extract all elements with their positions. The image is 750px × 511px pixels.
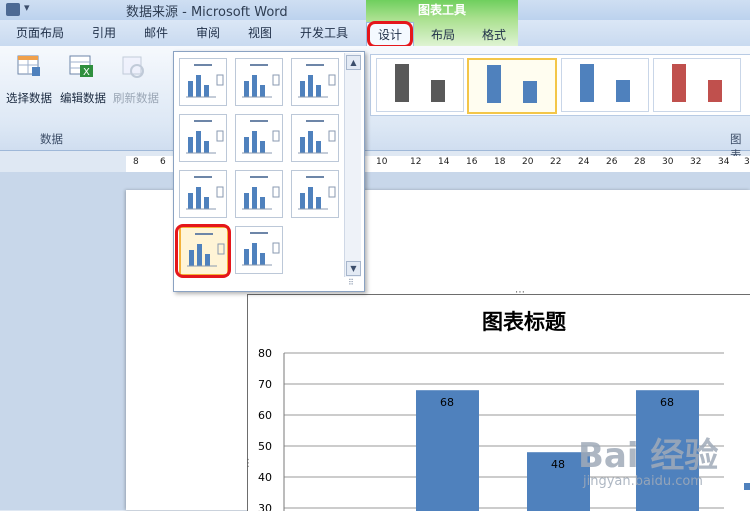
chart-layout-dropdown xyxy=(173,51,365,292)
y-tick-label: 70 xyxy=(258,378,272,391)
data-label: 48 xyxy=(551,458,565,471)
ruler-tick: 24 xyxy=(578,157,590,167)
ruler-tick: 22 xyxy=(550,157,562,167)
tab-page-layout[interactable]: 页面布局 xyxy=(16,24,64,41)
chart-layout-option[interactable] xyxy=(179,58,227,106)
tab-review[interactable]: 审阅 xyxy=(196,24,220,41)
chart-style-thumb-selected[interactable] xyxy=(467,58,557,114)
scroll-down-icon[interactable]: ▼ xyxy=(346,261,361,276)
ruler-tick: 30 xyxy=(662,157,674,167)
resize-grip-icon[interactable]: ⠿ xyxy=(348,278,354,287)
scroll-up-icon[interactable]: ▲ xyxy=(346,55,361,70)
resize-handle-top-icon[interactable]: ⋯ xyxy=(515,287,525,298)
refresh-data-icon xyxy=(120,53,146,79)
group-label-data: 数据 xyxy=(40,132,63,146)
tab-format[interactable]: 格式 xyxy=(482,26,506,43)
quick-access-dropdown-icon[interactable]: ▾ xyxy=(24,1,30,14)
ruler-tick: 16 xyxy=(466,157,478,167)
select-data-icon[interactable] xyxy=(16,53,42,79)
data-label: 68 xyxy=(660,396,674,409)
y-tick-label: 40 xyxy=(258,471,272,484)
chart-layout-option[interactable] xyxy=(291,170,339,218)
ruler-tick: 34 xyxy=(718,157,730,167)
ruler-tick: 10 xyxy=(376,157,388,167)
svg-text:X: X xyxy=(83,67,90,78)
chart-layout-option[interactable] xyxy=(291,58,339,106)
chart-style-thumb[interactable] xyxy=(653,58,741,112)
design-tab-highlight xyxy=(367,21,413,48)
ruler-tick: 14 xyxy=(438,157,450,167)
ruler-tick: 20 xyxy=(522,157,534,167)
data-label: 68 xyxy=(440,396,454,409)
tab-layout[interactable]: 布局 xyxy=(431,26,455,43)
ruler-tick: 32 xyxy=(690,157,702,167)
quick-access-icon[interactable] xyxy=(6,3,20,16)
refresh-data-button: 刷新数据 xyxy=(113,91,159,105)
ruler-tick: 28 xyxy=(634,157,646,167)
watermark-url: jingyan.baidu.com xyxy=(583,474,703,489)
select-data-button[interactable]: 选择数据 xyxy=(6,90,52,106)
tab-view[interactable]: 视图 xyxy=(248,24,272,41)
ruler-tick: 36 xyxy=(744,157,750,167)
chart-layout-option[interactable] xyxy=(291,114,339,162)
tab-references[interactable]: 引用 xyxy=(92,24,116,41)
y-tick-label: 80 xyxy=(258,347,272,360)
dropdown-scrollbar[interactable]: ▲ ▼ xyxy=(344,53,361,277)
chart-tools-label: 图表工具 xyxy=(417,3,466,17)
ruler-tick: 6 xyxy=(160,157,166,167)
tab-developer[interactable]: 开发工具 xyxy=(300,24,348,41)
resize-handle-left-icon[interactable]: ⋮ xyxy=(243,458,253,469)
chart-title[interactable]: 图表标题 xyxy=(482,309,567,334)
ruler-tick: 12 xyxy=(410,157,422,167)
chart-style-thumb[interactable] xyxy=(376,58,464,112)
chart-layout-option[interactable] xyxy=(235,58,283,106)
ruler-tick: 26 xyxy=(606,157,618,167)
tab-mailings[interactable]: 邮件 xyxy=(144,24,168,41)
edit-data-button[interactable]: 编辑数据 xyxy=(60,90,106,106)
watermark-logo: Bai 经验 xyxy=(578,436,719,476)
chart-layout-option[interactable] xyxy=(179,170,227,218)
layout-option-highlight xyxy=(175,224,231,278)
window-title: 数据来源 - Microsoft Word xyxy=(126,5,288,20)
legend-marker xyxy=(744,483,750,490)
y-tick-label: 60 xyxy=(258,409,272,422)
y-tick-label: 50 xyxy=(258,440,272,453)
ruler-tick: 18 xyxy=(494,157,506,167)
chart-layout-option[interactable] xyxy=(235,114,283,162)
chart-style-gallery xyxy=(370,54,750,116)
chart-style-thumb[interactable] xyxy=(561,58,649,112)
ruler-tick: 8 xyxy=(133,157,139,167)
chart-layout-option[interactable] xyxy=(179,114,227,162)
chart-layout-option[interactable] xyxy=(235,226,283,274)
edit-data-icon[interactable]: X xyxy=(68,53,94,79)
chart-layout-option[interactable] xyxy=(235,170,283,218)
